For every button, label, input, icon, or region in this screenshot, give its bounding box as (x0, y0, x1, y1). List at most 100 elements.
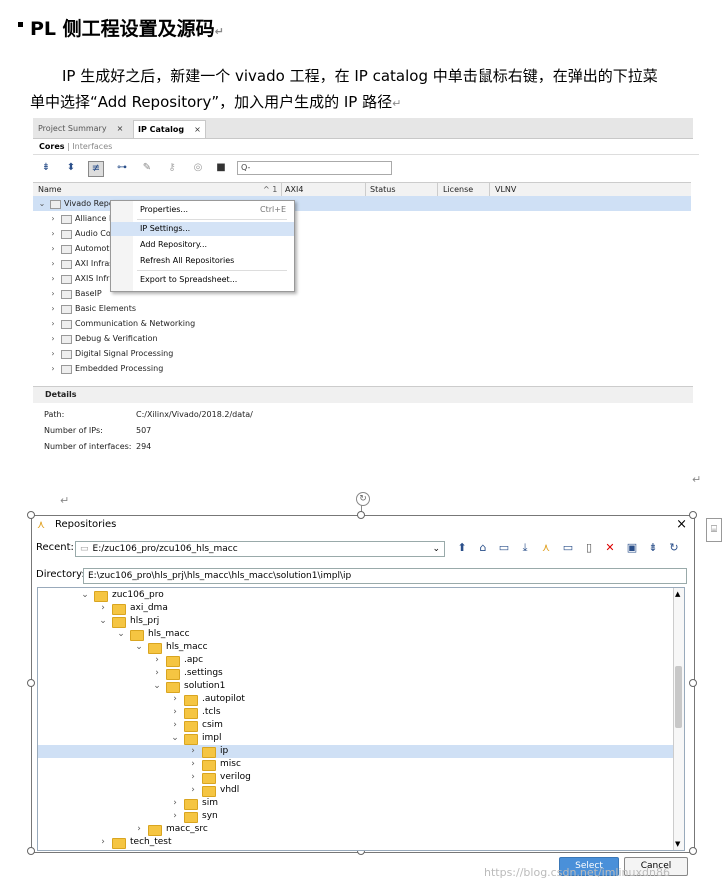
wrench-icon[interactable]: ✎ (140, 161, 154, 175)
chevron-down-icon[interactable]: ⌄ (152, 680, 162, 693)
tree-row[interactable]: ⌄ hls_macc (38, 628, 674, 641)
chevron-right-icon[interactable]: › (48, 316, 58, 331)
chevron-right-icon[interactable]: › (170, 797, 180, 810)
hierarchy-icon[interactable]: ⊶ (115, 161, 129, 175)
filter-icon[interactable]: ≢ (88, 161, 104, 177)
collapse-icon[interactable]: ⇟ (646, 541, 660, 555)
tree-row[interactable]: ⌄ solution1 (38, 680, 674, 693)
download-icon[interactable]: ⤓ (518, 541, 532, 555)
chevron-right-icon[interactable]: › (98, 836, 108, 849)
desktop-icon[interactable]: ▭ (497, 541, 511, 555)
chevron-down-icon[interactable]: ⌄ (134, 641, 144, 654)
tree-row[interactable]: ⌄ zuc106_pro (38, 589, 674, 602)
chevron-right-icon[interactable]: › (48, 241, 58, 256)
tab-project-summary[interactable]: Project Summary × (34, 120, 127, 137)
tab-cores[interactable]: Cores (39, 142, 65, 151)
col-name[interactable]: Name (38, 183, 62, 196)
scroll-down-icon[interactable]: ▼ (675, 840, 680, 848)
tree-row[interactable]: › macc_src (38, 823, 674, 836)
close-icon[interactable]: × (117, 124, 124, 133)
new-folder-icon[interactable]: ▣ (625, 541, 639, 555)
tab-interfaces[interactable]: Interfaces (72, 142, 112, 151)
menu-item-add-repository[interactable]: Add Repository... (111, 238, 294, 252)
scroll-thumb[interactable] (675, 666, 682, 728)
delete-icon[interactable]: ✕ (603, 541, 617, 555)
menu-item-export-spreadsheet[interactable]: Export to Spreadsheet... (111, 273, 294, 287)
chevron-down-icon[interactable]: ⌄ (170, 732, 180, 745)
chevron-down-icon[interactable]: ⌄ (116, 628, 126, 641)
col-vlnv[interactable]: VLNV (495, 183, 516, 196)
menu-item-ip-settings[interactable]: IP Settings... (111, 222, 294, 236)
vivado-icon[interactable]: ⋏ (539, 541, 553, 555)
rotate-handle-icon[interactable]: ↻ (356, 492, 370, 506)
chevron-right-icon[interactable]: › (170, 706, 180, 719)
tree-scrollbar[interactable]: ▲ ▼ (673, 588, 684, 850)
chevron-right-icon[interactable]: › (48, 271, 58, 286)
recent-combobox[interactable]: ▭ E:/zuc106_pro/zcu106_hls_macc ⌄ (75, 541, 445, 557)
new-file-icon[interactable]: ▯ (582, 541, 596, 555)
chevron-right-icon[interactable]: › (48, 256, 58, 271)
chevron-down-icon[interactable]: ⌄ (98, 615, 108, 628)
chevron-down-icon[interactable]: ⌄ (432, 542, 440, 556)
search-input[interactable]: Q- (237, 161, 392, 175)
chevron-right-icon[interactable]: › (134, 823, 144, 836)
chevron-down-icon[interactable]: ⌄ (80, 589, 90, 602)
tree-row[interactable]: › .settings (38, 667, 674, 680)
scroll-up-icon[interactable]: ▲ (675, 590, 680, 598)
close-icon[interactable]: × (194, 125, 201, 134)
tree-row[interactable]: › csim (38, 719, 674, 732)
tree-row[interactable]: › Communication & Networking (33, 316, 691, 331)
settings-icon[interactable]: ◎ (191, 161, 205, 175)
expand-all-icon[interactable]: ⬍ (64, 161, 78, 175)
menu-item-properties[interactable]: Properties... Ctrl+E (111, 203, 294, 217)
tree-row-selected[interactable]: › ip (38, 745, 674, 758)
chevron-right-icon[interactable]: › (188, 771, 198, 784)
up-folder-icon[interactable]: ⬆ (455, 541, 469, 555)
chevron-right-icon[interactable]: › (48, 331, 58, 346)
collapse-all-icon[interactable]: ⇟ (39, 161, 53, 175)
tab-ip-catalog[interactable]: IP Catalog × (133, 120, 206, 138)
layout-options-icon[interactable]: ⌸ (706, 518, 722, 542)
tree-row[interactable]: › .tcls (38, 706, 674, 719)
tree-row[interactable]: › sim (38, 797, 674, 810)
tree-row[interactable]: › axi_dma (38, 602, 674, 615)
menu-item-refresh-repositories[interactable]: Refresh All Repositories (111, 254, 294, 268)
close-icon[interactable]: × (676, 515, 687, 535)
chevron-down-icon[interactable]: ⌄ (37, 196, 47, 211)
col-license[interactable]: License (443, 183, 473, 196)
chevron-right-icon[interactable]: › (188, 758, 198, 771)
home-icon[interactable]: ⌂ (476, 541, 490, 555)
chevron-right-icon[interactable]: › (48, 286, 58, 301)
stop-icon[interactable]: ■ (214, 161, 228, 175)
directory-input[interactable]: E:\zuc106_pro\hls_prj\hls_macc\hls_macc\… (83, 568, 687, 584)
tree-row[interactable]: › Digital Signal Processing (33, 346, 691, 361)
chevron-right-icon[interactable]: › (98, 602, 108, 615)
tree-row[interactable]: › .autopilot (38, 693, 674, 706)
col-axi4[interactable]: AXI4 (285, 183, 303, 196)
tree-row[interactable]: › Basic Elements (33, 301, 691, 316)
chevron-right-icon[interactable]: › (152, 667, 162, 680)
chevron-right-icon[interactable]: › (152, 654, 162, 667)
chevron-right-icon[interactable]: › (170, 719, 180, 732)
tree-row[interactable]: › syn (38, 810, 674, 823)
tree-row[interactable]: ⌄ hls_prj (38, 615, 674, 628)
tree-row[interactable]: ⌄ hls_macc (38, 641, 674, 654)
sort-indicator[interactable]: ^ 1 (263, 183, 277, 196)
chevron-right-icon[interactable]: › (48, 346, 58, 361)
chevron-right-icon[interactable]: › (188, 784, 198, 797)
tree-row[interactable]: › tech_test (38, 836, 674, 849)
tree-row[interactable]: › verilog (38, 771, 674, 784)
refresh-icon[interactable]: ↻ (667, 541, 681, 555)
tree-row[interactable]: › Embedded Processing (33, 361, 691, 376)
chevron-right-icon[interactable]: › (48, 301, 58, 316)
key-icon[interactable]: ⚷ (165, 161, 179, 175)
tree-row[interactable]: › misc (38, 758, 674, 771)
tree-row[interactable]: › vhdl (38, 784, 674, 797)
chevron-right-icon[interactable]: › (188, 745, 198, 758)
tree-row[interactable]: › .apc (38, 654, 674, 667)
chevron-right-icon[interactable]: › (48, 211, 58, 226)
monitor-icon[interactable]: ▭ (561, 541, 575, 555)
chevron-right-icon[interactable]: › (48, 361, 58, 376)
chevron-right-icon[interactable]: › (170, 810, 180, 823)
tree-row[interactable]: ⌄ impl (38, 732, 674, 745)
